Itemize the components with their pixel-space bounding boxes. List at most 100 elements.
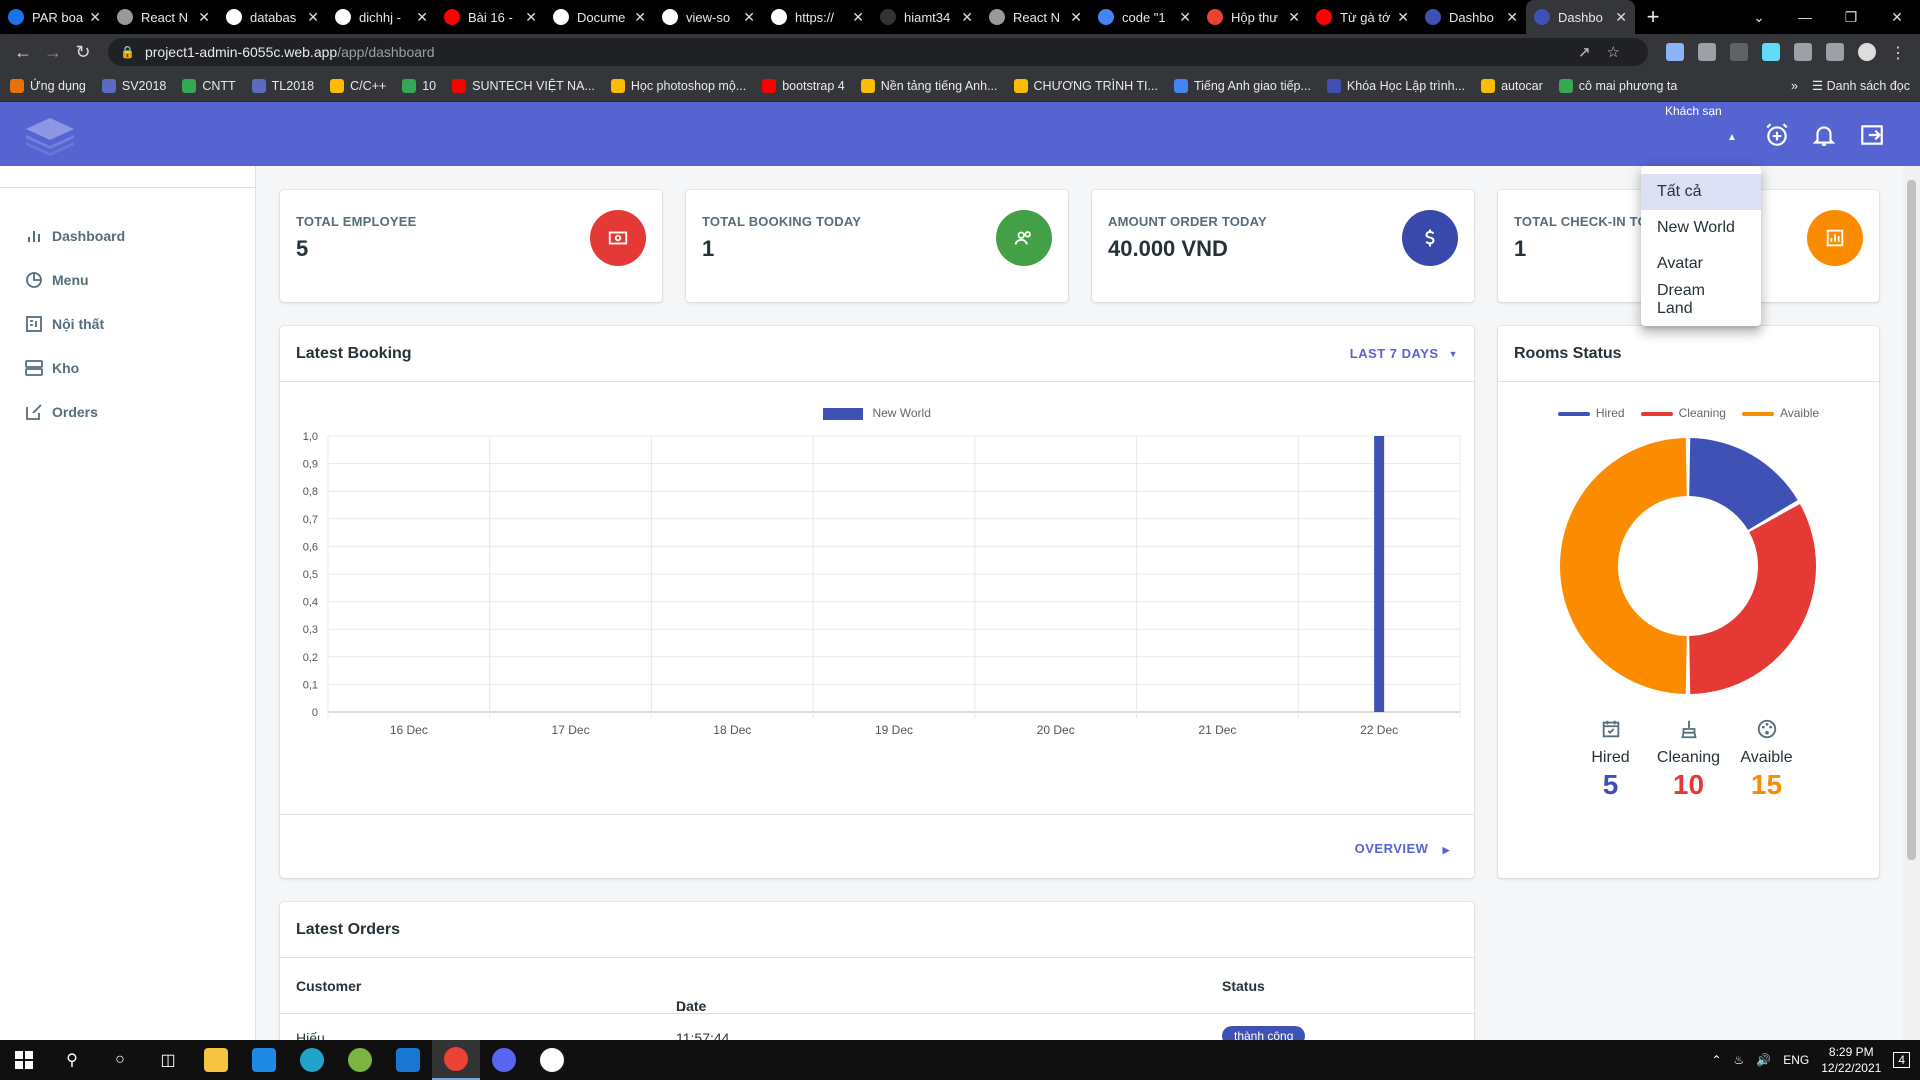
- new-tab-icon[interactable]: +: [1635, 4, 1671, 30]
- page-scrollbar[interactable]: [1903, 166, 1920, 1040]
- reading-list-button[interactable]: ☰ Danh sách đọc: [1812, 78, 1910, 93]
- browser-tab[interactable]: hiamt34 ✕: [872, 0, 981, 34]
- vue-devtools-icon[interactable]: [1698, 43, 1716, 61]
- notification-icon[interactable]: 4: [1893, 1052, 1910, 1068]
- bookmark-item[interactable]: bootstrap 4: [762, 78, 845, 93]
- clock[interactable]: 8:29 PM 12/22/2021: [1821, 1044, 1881, 1076]
- language-indicator[interactable]: ENG: [1783, 1053, 1809, 1067]
- browser-tab[interactable]: React N ✕: [109, 0, 218, 34]
- profile-avatar[interactable]: [1858, 43, 1876, 61]
- hotel-option[interactable]: Dream Land: [1641, 282, 1761, 318]
- hotel-option[interactable]: Avatar: [1641, 246, 1761, 282]
- close-icon[interactable]: ✕: [1070, 9, 1082, 26]
- forward-icon[interactable]: →: [38, 42, 68, 63]
- bar-22-dec[interactable]: [1374, 436, 1385, 712]
- close-icon[interactable]: ✕: [1397, 9, 1409, 26]
- react-devtools-icon[interactable]: [1762, 43, 1780, 61]
- browser-tab[interactable]: PAR boa ✕: [0, 0, 109, 34]
- url-field[interactable]: 🔒 project1-admin-6055c.web.app/app/dashb…: [108, 38, 1648, 66]
- bookmark-item[interactable]: TL2018: [251, 78, 314, 93]
- bookmark-item[interactable]: CHƯƠNG TRÌNH TI...: [1013, 78, 1158, 93]
- network-icon[interactable]: ♨: [1734, 1053, 1745, 1067]
- cortana-icon[interactable]: ○: [96, 1040, 144, 1080]
- browser-tab[interactable]: code "1 ✕: [1090, 0, 1199, 34]
- discord-icon[interactable]: [480, 1040, 528, 1080]
- bookmark-item[interactable]: Tiếng Anh giao tiếp...: [1173, 78, 1311, 93]
- chrome-icon[interactable]: [432, 1040, 480, 1080]
- share-star-icons[interactable]: ↗☆: [1578, 43, 1636, 61]
- browser-tab[interactable]: https:// ✕: [763, 0, 872, 34]
- legend-item-hired[interactable]: Hired: [1557, 406, 1625, 420]
- browser-tab[interactable]: Bài 16 - ✕: [436, 0, 545, 34]
- logo-icon[interactable]: [22, 116, 78, 156]
- hotel-option[interactable]: Tất cả: [1641, 174, 1761, 210]
- donut-slice-cleaning[interactable]: [1689, 503, 1816, 694]
- legend-item-cleaning[interactable]: Cleaning: [1640, 406, 1726, 420]
- logout-icon[interactable]: [1859, 122, 1885, 148]
- bookmarks-more-icon[interactable]: »: [1791, 79, 1798, 93]
- media-icon[interactable]: [1826, 43, 1844, 61]
- bookmark-item[interactable]: C/C++: [330, 78, 386, 93]
- overview-button[interactable]: OVERVIEW ▶: [1355, 841, 1450, 856]
- close-icon[interactable]: ✕: [198, 9, 210, 26]
- restore-icon[interactable]: ❐: [1828, 9, 1874, 26]
- app-icon[interactable]: [336, 1040, 384, 1080]
- browser-tab[interactable]: Từ gà tớ ✕: [1308, 0, 1417, 34]
- donut-slice-avaible[interactable]: [1559, 438, 1687, 694]
- search-icon[interactable]: ⚲: [48, 1040, 96, 1080]
- mail-icon[interactable]: [240, 1040, 288, 1080]
- bookmark-item[interactable]: 10: [402, 78, 436, 93]
- bookmark-item[interactable]: Học photoshop mộ...: [610, 78, 746, 93]
- column-status[interactable]: Status: [1222, 978, 1265, 994]
- browser-tab[interactable]: Dashbo ✕: [1417, 0, 1526, 34]
- sidebar-item-orders[interactable]: Orders: [0, 390, 255, 434]
- vscode-icon[interactable]: [384, 1040, 432, 1080]
- browser-tab[interactable]: Docume ✕: [545, 0, 654, 34]
- windows-start-icon[interactable]: [0, 1040, 48, 1080]
- sidebar-item-menu[interactable]: Menu: [0, 258, 255, 302]
- close-icon[interactable]: ✕: [634, 9, 646, 26]
- browser-tab[interactable]: dichhj - ✕: [327, 0, 436, 34]
- close-icon[interactable]: ✕: [852, 9, 864, 26]
- close-icon[interactable]: ✕: [1506, 9, 1518, 26]
- close-icon[interactable]: ✕: [1179, 9, 1191, 26]
- sidebar-item-noi-that[interactable]: Nội thất: [0, 302, 255, 346]
- add-alarm-icon[interactable]: [1764, 122, 1790, 148]
- puzzle-icon[interactable]: [1794, 43, 1812, 61]
- close-icon[interactable]: ✕: [1288, 9, 1300, 26]
- close-icon[interactable]: ✕: [1615, 9, 1627, 26]
- menu-dots-icon[interactable]: ⋮: [1890, 43, 1908, 62]
- scrollbar-thumb[interactable]: [1907, 180, 1916, 860]
- zalo-icon[interactable]: [528, 1040, 576, 1080]
- bookmark-item[interactable]: SUNTECH VIỆT NA...: [452, 78, 595, 93]
- sidebar-item-kho[interactable]: Kho: [0, 346, 255, 390]
- bookmark-item[interactable]: CNTT: [182, 78, 236, 93]
- sidebar-item-dashboard[interactable]: Dashboard: [0, 214, 255, 258]
- column-customer[interactable]: Customer: [296, 978, 361, 994]
- bookmark-item[interactable]: Nền tảng tiếng Anh...: [860, 78, 998, 93]
- close-icon[interactable]: ✕: [525, 9, 537, 26]
- range-select-button[interactable]: LAST 7 DAYS ▼: [1350, 346, 1458, 361]
- bookmark-item[interactable]: cô mai phương ta: [1558, 78, 1677, 93]
- bell-icon[interactable]: [1811, 122, 1837, 148]
- edge-icon[interactable]: [288, 1040, 336, 1080]
- browser-tab[interactable]: Hộp thư ✕: [1199, 0, 1308, 34]
- task-view-icon[interactable]: ◫: [144, 1040, 192, 1080]
- browser-tab[interactable]: view-so ✕: [654, 0, 763, 34]
- browser-tab[interactable]: databas ✕: [218, 0, 327, 34]
- legend-item-avaible[interactable]: Avaible: [1741, 406, 1819, 420]
- back-icon[interactable]: ←: [8, 42, 38, 63]
- bookmark-item[interactable]: Khóa Học Lập trình...: [1326, 78, 1465, 93]
- caret-up-icon[interactable]: ▲: [1727, 132, 1737, 143]
- close-icon[interactable]: ✕: [307, 9, 319, 26]
- code-extension-icon[interactable]: [1730, 43, 1748, 61]
- browser-tab[interactable]: Dashbo ✕: [1526, 0, 1635, 34]
- close-window-icon[interactable]: ✕: [1874, 9, 1920, 26]
- close-icon[interactable]: ✕: [743, 9, 755, 26]
- volume-icon[interactable]: 🔊: [1756, 1053, 1771, 1067]
- file-explorer-icon[interactable]: [192, 1040, 240, 1080]
- close-icon[interactable]: ✕: [416, 9, 428, 26]
- browser-tab[interactable]: React N ✕: [981, 0, 1090, 34]
- reload-icon[interactable]: ↻: [68, 42, 98, 63]
- minimize-icon[interactable]: —: [1782, 9, 1828, 26]
